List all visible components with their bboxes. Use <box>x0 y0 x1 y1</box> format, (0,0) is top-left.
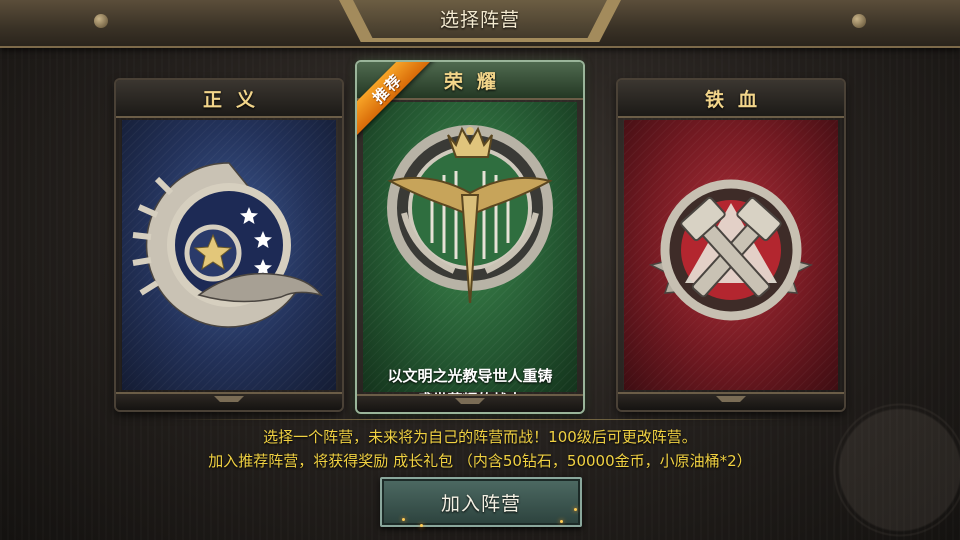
card-footer <box>357 394 583 412</box>
divider <box>170 419 790 420</box>
faction-name: 荣耀 <box>443 70 510 93</box>
faction-card-justice[interactable]: 正义 <box>116 80 342 410</box>
faction-header: 铁血 <box>618 80 844 118</box>
rivet-icon <box>852 14 866 28</box>
faction-body <box>122 120 336 390</box>
spark-icon <box>420 524 423 527</box>
faction-card-iron-blood[interactable]: 铁血 <box>618 80 844 410</box>
title-plate: 选择阵营 <box>352 0 608 38</box>
spark-icon <box>402 518 405 521</box>
card-footer <box>116 392 342 410</box>
crossed-hammers-icon <box>648 179 814 321</box>
info-text-line: 选择一个阵营，未来将为自己的阵营而战！100级后可更改阵营。 <box>263 428 697 446</box>
page-title: 选择阵营 <box>439 8 520 31</box>
faction-body <box>624 120 838 390</box>
faction-body: 以文明之光教导世人重铸 盛世荣耀的战士 <box>363 102 577 409</box>
rivet-icon <box>94 14 108 28</box>
faction-name: 铁血 <box>704 88 771 111</box>
top-bar: 选择阵营 <box>0 0 960 48</box>
spark-icon <box>574 508 577 511</box>
join-faction-button[interactable]: 加入阵营 <box>380 477 582 527</box>
join-faction-button-label: 加入阵营 <box>440 492 521 515</box>
spark-icon <box>560 520 563 523</box>
eagle-stars-icon <box>132 162 323 328</box>
winged-crown-icon <box>387 125 553 303</box>
faction-name: 正义 <box>202 88 269 111</box>
faction-header: 正义 <box>116 80 342 118</box>
faction-card-glory[interactable]: 推荐 荣耀 以文明之光教导世人重铸 盛世荣耀的战士 <box>357 62 583 412</box>
card-footer <box>618 392 844 410</box>
description-line: 以文明之光教导世人重铸 <box>387 367 553 385</box>
info-text-line: 加入推荐阵营，将获得奖励 成长礼包 （内含50钻石，50000金币，小原油桶*2… <box>208 452 752 470</box>
